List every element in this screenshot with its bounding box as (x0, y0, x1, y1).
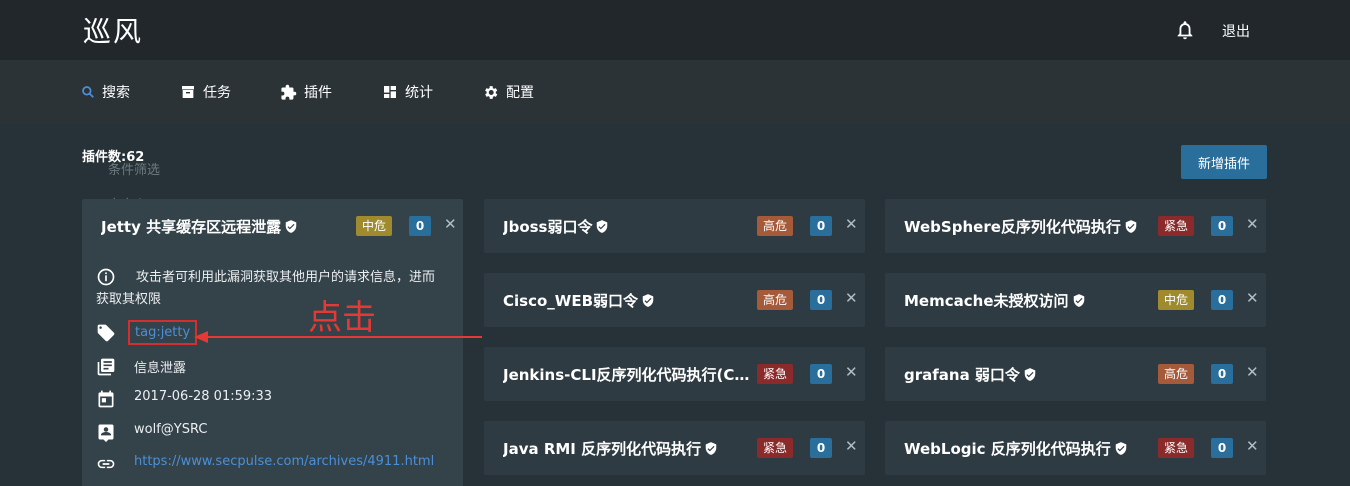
plugin-tag-link[interactable]: tag:jetty (128, 320, 198, 345)
verified-shield-icon (285, 220, 297, 233)
search-icon (82, 86, 94, 98)
count-badge: 0 (1211, 438, 1233, 458)
verified-shield-icon (642, 294, 654, 307)
detail-link: https://www.secpulse.com/archives/4911.h… (96, 454, 434, 474)
bell-icon[interactable] (1174, 18, 1196, 42)
nav-config[interactable]: 配置 (482, 82, 534, 102)
count-badge: 0 (1211, 216, 1233, 236)
plugin-card[interactable]: Jboss弱口令 高危 0 ✕ (484, 199, 865, 253)
nav-label: 统计 (405, 85, 433, 101)
detail-type: 信息泄露 (96, 357, 186, 377)
plugin-count: 插件数:62 (82, 150, 145, 165)
author-icon (98, 424, 114, 442)
severity-badge: 紧急 (1158, 438, 1195, 458)
nav-label: 搜索 (102, 85, 130, 101)
plugin-title: WebLogic 反序列化代码执行 (904, 440, 1111, 458)
count-badge: 0 (810, 290, 832, 310)
close-icon[interactable]: ✕ (444, 215, 457, 233)
severity-badge: 紧急 (1158, 216, 1195, 236)
close-icon[interactable]: ✕ (1246, 215, 1259, 233)
archive-icon (182, 86, 194, 98)
gear-icon (485, 85, 498, 99)
logout-link[interactable]: 退出 (1222, 21, 1250, 41)
add-plugin-button[interactable]: 新增插件 (1181, 145, 1267, 179)
severity-badge: 高危 (757, 290, 794, 310)
main-nav: 搜索 任务 插件 统计 配置 (0, 60, 1350, 124)
count-badge: 0 (1211, 290, 1233, 310)
plugin-title: Cisco_WEB弱口令 (503, 292, 639, 310)
close-icon[interactable]: ✕ (845, 363, 858, 381)
calendar-icon (98, 390, 114, 408)
verified-shield-icon (597, 220, 608, 233)
library-icon (97, 358, 115, 376)
plugin-title: Jenkins-CLI反序列化代码执行(C… (503, 366, 750, 384)
plugin-card[interactable]: WebLogic 反序列化代码执行 紧急 0 ✕ (885, 421, 1266, 475)
tag-icon (97, 324, 115, 341)
nav-label: 插件 (304, 85, 332, 101)
detail-tag: tag:jetty (96, 320, 198, 345)
plugin-card[interactable]: WebSphere反序列化代码执行 紧急 0 ✕ (885, 199, 1266, 253)
severity-badge: 中危 (1158, 290, 1195, 310)
plugin-card[interactable]: Memcache未授权访问 中危 0 ✕ (885, 273, 1266, 327)
plugin-title: grafana 弱口令 (904, 366, 1020, 384)
nav-label: 任务 (203, 85, 231, 101)
count-badge: 0 (810, 364, 832, 384)
plugin-card[interactable]: grafana 弱口令 高危 0 ✕ (885, 347, 1266, 401)
plugin-type: 信息泄露 (134, 361, 187, 376)
severity-badge: 高危 (1158, 364, 1195, 384)
annotation-arrow (194, 331, 482, 343)
verified-shield-icon (705, 442, 717, 455)
close-icon[interactable]: ✕ (1246, 437, 1259, 455)
plugin-title: Java RMI 反序列化代码执行 (503, 440, 702, 458)
plugin-title: Jboss弱口令 (503, 218, 593, 236)
close-icon[interactable]: ✕ (1246, 289, 1259, 307)
severity-badge: 紧急 (757, 438, 794, 458)
detail-author: wolf@YSRC (96, 422, 207, 442)
plugin-title: WebSphere反序列化代码执行 (904, 218, 1121, 236)
close-icon[interactable]: ✕ (845, 437, 858, 455)
close-icon[interactable]: ✕ (1246, 363, 1259, 381)
severity-badge: 紧急 (757, 364, 794, 384)
puzzle-icon (281, 84, 297, 100)
plugin-title: Jetty 共享缓存区远程泄露 (101, 218, 282, 236)
severity-badge: 中危 (356, 216, 393, 236)
plugin-author: wolf@YSRC (134, 422, 208, 437)
verified-shield-icon (1073, 294, 1084, 307)
nav-label: 配置 (506, 85, 534, 101)
count-badge: 0 (810, 216, 832, 236)
detail-date: 2017-06-28 01:59:33 (96, 389, 272, 409)
close-icon[interactable]: ✕ (845, 215, 858, 233)
count-badge: 0 (810, 438, 832, 458)
plugin-card[interactable]: Java RMI 反序列化代码执行 紧急 0 ✕ (484, 421, 865, 475)
verified-shield-icon (1024, 368, 1036, 381)
close-icon[interactable]: ✕ (845, 289, 858, 307)
plugin-title: Memcache未授权访问 (904, 292, 1069, 310)
dashboard-icon (384, 86, 396, 98)
link-icon (97, 459, 115, 469)
reference-link[interactable]: https://www.secpulse.com/archives/4911.h… (134, 454, 434, 469)
plugin-card[interactable]: Jenkins-CLI反序列化代码执行(C… 紧急 0 ✕ (484, 347, 865, 401)
verified-shield-icon (1115, 442, 1127, 455)
top-bar: 巡风 退出 (0, 0, 1350, 60)
count-badge: 0 (1211, 364, 1233, 384)
nav-plugin[interactable]: 插件 (280, 82, 332, 102)
plugin-description: 攻击者可利用此漏洞获取其他用户的请求信息，进而获取其权限 (96, 270, 436, 307)
nav-search[interactable]: 搜索 (81, 82, 130, 102)
app-logo[interactable]: 巡风 (83, 10, 143, 50)
nav-stats[interactable]: 统计 (382, 82, 433, 102)
plugin-date: 2017-06-28 01:59:33 (134, 389, 273, 404)
verified-shield-icon (1125, 220, 1137, 233)
nav-task[interactable]: 任务 (180, 82, 231, 102)
severity-badge: 高危 (757, 216, 794, 236)
detail-description: 攻击者可利用此漏洞获取其他用户的请求信息，进而获取其权限 (96, 267, 441, 311)
count-badge: 0 (409, 216, 431, 236)
plugin-card[interactable]: Cisco_WEB弱口令 高危 0 ✕ (484, 273, 865, 327)
